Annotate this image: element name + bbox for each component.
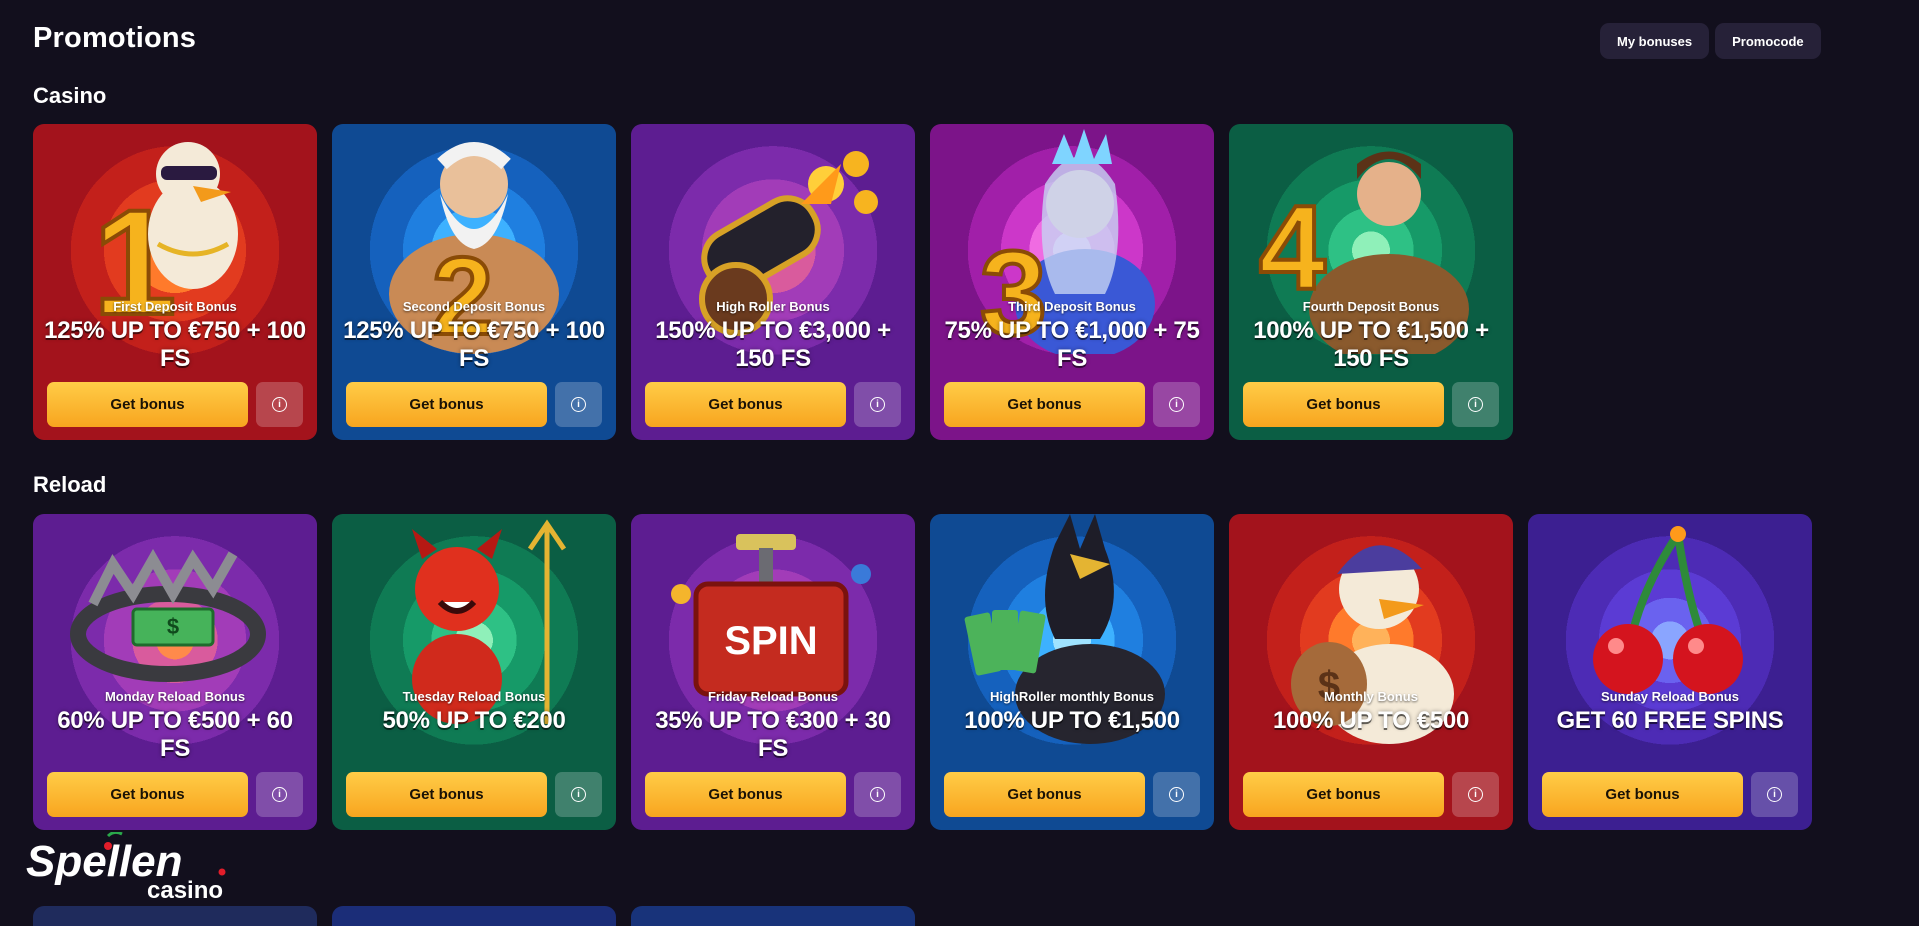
bonus-headline: 60% UP TO €500 + 60 FS <box>57 707 293 762</box>
bonus-headline: GET 60 FREE SPINS <box>1556 707 1784 734</box>
info-icon: i <box>272 787 287 802</box>
info-button[interactable]: i <box>1751 772 1798 817</box>
get-bonus-button[interactable]: Get bonus <box>47 382 248 427</box>
info-button[interactable]: i <box>555 382 602 427</box>
bonus-card[interactable]: Tuesday Reload Bonus 50% UP TO €200 Get … <box>332 514 616 830</box>
info-icon: i <box>1169 787 1184 802</box>
bonus-card[interactable]: HighRoller monthly Bonus 100% UP TO €1,5… <box>930 514 1214 830</box>
info-button[interactable]: i <box>256 772 303 817</box>
promocode-button[interactable]: Promocode <box>1715 23 1821 59</box>
info-button[interactable]: i <box>555 772 602 817</box>
bonus-headline: 125% UP TO €750 + 100 FS <box>44 317 306 372</box>
section-title-reload: Reload <box>33 472 107 497</box>
svg-text:$: $ <box>167 614 179 639</box>
get-bonus-button[interactable]: Get bonus <box>346 772 547 817</box>
bonus-headline: 150% UP TO €3,000 + 150 FS <box>655 317 891 372</box>
partial-card[interactable] <box>33 906 317 926</box>
info-button[interactable]: i <box>854 382 901 427</box>
bonus-headline: 100% UP TO €1,500 <box>964 707 1180 734</box>
get-bonus-button[interactable]: Get bonus <box>47 772 248 817</box>
reload-cards-row: $ Monday Reload Bonus 60% UP TO €500 + 6… <box>33 514 1812 830</box>
info-button[interactable]: i <box>1153 382 1200 427</box>
info-icon: i <box>1468 397 1483 412</box>
bonus-label: Friday Reload Bonus <box>707 689 839 704</box>
bonus-label: Sunday Reload Bonus <box>1601 689 1739 704</box>
get-bonus-button[interactable]: Get bonus <box>346 382 547 427</box>
info-button[interactable]: i <box>256 382 303 427</box>
bonus-headline: 75% UP TO €1,000 + 75 FS <box>944 317 1200 372</box>
get-bonus-button[interactable]: Get bonus <box>645 772 846 817</box>
bonus-label: Monthly Bonus <box>1324 689 1418 704</box>
get-bonus-button[interactable]: Get bonus <box>1243 772 1444 817</box>
info-button[interactable]: i <box>1452 772 1499 817</box>
info-icon: i <box>870 397 885 412</box>
bonus-label: High Roller Bonus <box>716 299 830 314</box>
partial-card[interactable] <box>332 906 616 926</box>
info-icon: i <box>571 787 586 802</box>
info-button[interactable]: i <box>1153 772 1200 817</box>
info-button[interactable]: i <box>854 772 901 817</box>
get-bonus-button[interactable]: Get bonus <box>944 772 1145 817</box>
bonus-card[interactable]: $ Monthly Bonus 100% UP TO €500 Get bonu… <box>1229 514 1513 830</box>
bonus-label: First Deposit Bonus <box>113 299 237 314</box>
info-icon: i <box>1767 787 1782 802</box>
svg-text:4: 4 <box>1259 181 1326 315</box>
svg-text:SPIN: SPIN <box>724 619 817 663</box>
bonus-card[interactable]: 3 Third Deposit Bonus 75% UP TO €1,000 +… <box>930 124 1214 440</box>
bonus-label: HighRoller monthly Bonus <box>990 689 1154 704</box>
get-bonus-button[interactable]: Get bonus <box>944 382 1145 427</box>
bonus-label: Fourth Deposit Bonus <box>1302 299 1440 314</box>
bonus-headline: 35% UP TO €300 + 30 FS <box>655 707 891 762</box>
info-icon: i <box>870 787 885 802</box>
info-icon: i <box>272 397 287 412</box>
info-button[interactable]: i <box>1452 382 1499 427</box>
info-icon: i <box>1468 787 1483 802</box>
bonus-headline: 125% UP TO €750 + 100 FS <box>343 317 605 372</box>
info-icon: i <box>571 397 586 412</box>
partial-card[interactable] <box>631 906 915 926</box>
bonus-card[interactable]: 4 Fourth Deposit Bonus 100% UP TO €1,500… <box>1229 124 1513 440</box>
spellen-casino-watermark-logo: Spellen casino <box>26 832 226 904</box>
next-section-cards-partial <box>33 906 915 926</box>
bonus-card[interactable]: $ Monday Reload Bonus 60% UP TO €500 + 6… <box>33 514 317 830</box>
bonus-label: Monday Reload Bonus <box>104 689 246 704</box>
page-title: Promotions <box>33 22 197 54</box>
bonus-card[interactable]: SPIN Friday Reload Bonus 35% UP TO €300 … <box>631 514 915 830</box>
top-actions: My bonuses Promocode <box>1600 23 1821 59</box>
bonus-card[interactable]: 2 Second Deposit Bonus 125% UP TO €750 +… <box>332 124 616 440</box>
bonus-headline: 100% UP TO €1,500 + 150 FS <box>1253 317 1489 372</box>
bonus-label: Second Deposit Bonus <box>402 299 546 314</box>
bonus-card[interactable]: 1 First Deposit Bonus 125% UP TO €750 + … <box>33 124 317 440</box>
bonus-card[interactable]: Sunday Reload Bonus GET 60 FREE SPINS Ge… <box>1528 514 1812 830</box>
bonus-label: Third Deposit Bonus <box>1008 299 1136 314</box>
section-title-casino: Casino <box>33 83 107 108</box>
casino-cards-row: 1 First Deposit Bonus 125% UP TO €750 + … <box>33 124 1513 440</box>
bonus-card[interactable]: High Roller Bonus 150% UP TO €3,000 + 15… <box>631 124 915 440</box>
bonus-headline: 100% UP TO €500 <box>1272 707 1470 734</box>
get-bonus-button[interactable]: Get bonus <box>1542 772 1743 817</box>
bonus-headline: 50% UP TO €200 <box>382 707 566 734</box>
info-icon: i <box>1169 397 1184 412</box>
my-bonuses-button[interactable]: My bonuses <box>1600 23 1710 59</box>
svg-text:casino: casino <box>147 877 223 904</box>
get-bonus-button[interactable]: Get bonus <box>645 382 846 427</box>
bonus-label: Tuesday Reload Bonus <box>402 689 546 704</box>
get-bonus-button[interactable]: Get bonus <box>1243 382 1444 427</box>
